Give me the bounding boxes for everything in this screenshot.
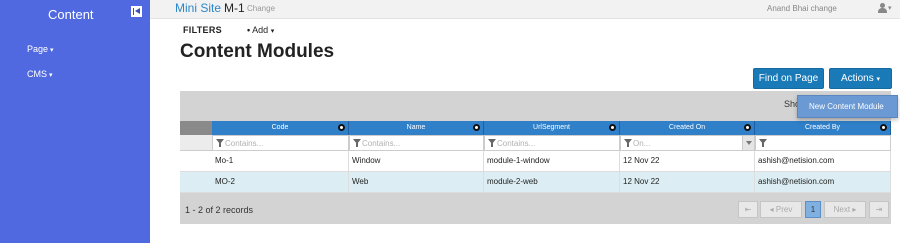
table-cell[interactable]: ashish@netision.com xyxy=(755,172,891,193)
find-on-page-button[interactable]: Find on Page xyxy=(753,68,824,89)
caret-down-icon: ▾ xyxy=(876,76,881,83)
sidebar-item-label: Page xyxy=(27,44,49,54)
column-header-created-on[interactable]: Created On xyxy=(620,121,755,135)
filter-icon[interactable] xyxy=(759,139,767,147)
column-header-urlsegment[interactable]: UrlSegment xyxy=(484,121,620,135)
dropdown-arrow-icon[interactable] xyxy=(742,136,754,150)
bullet-icon: • xyxy=(247,25,251,35)
column-header-label: Code xyxy=(271,124,289,131)
table-cell[interactable]: module-2-web xyxy=(484,172,620,193)
actions-label: Actions xyxy=(840,73,874,84)
column-menu-icon[interactable] xyxy=(473,124,480,131)
caret-down-icon: ▾ xyxy=(50,47,54,54)
filter-placeholder: On... xyxy=(633,139,651,148)
column-menu-icon[interactable] xyxy=(609,124,616,131)
add-label: Add xyxy=(252,25,269,35)
table-cell[interactable]: Web xyxy=(349,172,484,193)
filter-created-on-input[interactable]: On... xyxy=(620,135,755,151)
prev-arrow-icon: ◂ xyxy=(769,205,774,214)
filter-name-input[interactable]: Contains... xyxy=(349,135,484,151)
actions-dropdown-menu: New Content Module xyxy=(797,95,898,118)
filter-icon[interactable] xyxy=(624,139,632,147)
filter-code-input[interactable]: Contains... xyxy=(212,135,349,151)
next-arrow-icon: ▸ xyxy=(852,205,857,214)
last-page-icon: ⇥ xyxy=(875,205,883,214)
first-page-icon: ⇤ xyxy=(744,205,752,214)
table-cell[interactable]: module-1-window xyxy=(484,151,620,172)
prev-page-button[interactable]: ◂ Prev xyxy=(760,201,802,218)
add-menu[interactable]: • Add ▾ xyxy=(247,25,274,35)
first-page-button[interactable]: ⇤ xyxy=(738,201,758,218)
sidebar-item-page[interactable]: Page ▾ xyxy=(27,44,54,54)
sidebar-item-cms[interactable]: CMS ▾ xyxy=(27,69,53,79)
column-header-label: Name xyxy=(406,124,426,131)
column-header-label: UrlSegment xyxy=(533,124,570,131)
column-header-label: Created On xyxy=(668,124,706,131)
caret-down-icon[interactable]: ▾ xyxy=(888,4,892,12)
sidebar-title: Content xyxy=(48,7,94,22)
column-menu-icon[interactable] xyxy=(338,124,345,131)
filter-urlsegment-input[interactable]: Contains... xyxy=(484,135,620,151)
top-bar: Mini Site M-1 Change Anand Bhai change ▾ xyxy=(150,0,900,19)
filter-icon[interactable] xyxy=(216,139,224,147)
column-menu-icon[interactable] xyxy=(744,124,751,131)
menu-item-new-content-module[interactable]: New Content Module xyxy=(809,102,884,111)
prev-label: Prev xyxy=(775,205,793,214)
table-cell[interactable]: Window xyxy=(349,151,484,172)
change-site-link[interactable]: Change xyxy=(247,4,275,13)
actions-button[interactable]: Actions ▾ xyxy=(829,68,892,89)
filter-icon[interactable] xyxy=(488,139,496,147)
column-header-code[interactable]: Code xyxy=(212,121,349,135)
next-label: Next xyxy=(833,205,851,214)
caret-down-icon: ▾ xyxy=(49,72,53,79)
user-name[interactable]: Anand Bhai change xyxy=(767,4,837,13)
last-page-button[interactable]: ⇥ xyxy=(869,201,889,218)
filter-placeholder: Contains... xyxy=(362,139,401,148)
grid-header-corner xyxy=(180,121,212,135)
filter-placeholder: Contains... xyxy=(497,139,536,148)
table-cell[interactable]: ashish@netision.com xyxy=(755,151,891,172)
next-page-button[interactable]: Next ▸ xyxy=(824,201,866,218)
row-stub xyxy=(180,172,212,193)
site-name: M-1 xyxy=(224,1,245,15)
filter-created-by-input[interactable] xyxy=(755,135,891,151)
table-cell[interactable]: 12 Nov 22 xyxy=(620,172,755,193)
table-cell[interactable]: Mo-1 xyxy=(212,151,349,172)
table-cell[interactable]: MO-2 xyxy=(212,172,349,193)
column-menu-icon[interactable] xyxy=(880,124,887,131)
current-page-button[interactable]: 1 xyxy=(805,201,821,218)
column-header-created-by[interactable]: Created By xyxy=(755,121,891,135)
filter-row-stub xyxy=(180,135,212,151)
sidebar: Content Page ▾ CMS ▾ xyxy=(0,0,150,243)
caret-down-icon: ▾ xyxy=(270,28,275,35)
table-cell[interactable]: 12 Nov 22 xyxy=(620,151,755,172)
filters-label[interactable]: FILTERS xyxy=(183,25,222,35)
pager-info: 1 - 2 of 2 records xyxy=(185,205,254,215)
filter-placeholder: Contains... xyxy=(225,139,264,148)
page-title: Content Modules xyxy=(180,41,335,62)
column-header-name[interactable]: Name xyxy=(349,121,484,135)
sidebar-item-label: CMS xyxy=(27,69,47,79)
column-header-label: Created By xyxy=(804,124,841,131)
collapse-sidebar-icon[interactable] xyxy=(131,6,142,17)
site-label: Mini Site xyxy=(175,1,222,15)
row-stub xyxy=(180,151,212,172)
filter-icon[interactable] xyxy=(353,139,361,147)
